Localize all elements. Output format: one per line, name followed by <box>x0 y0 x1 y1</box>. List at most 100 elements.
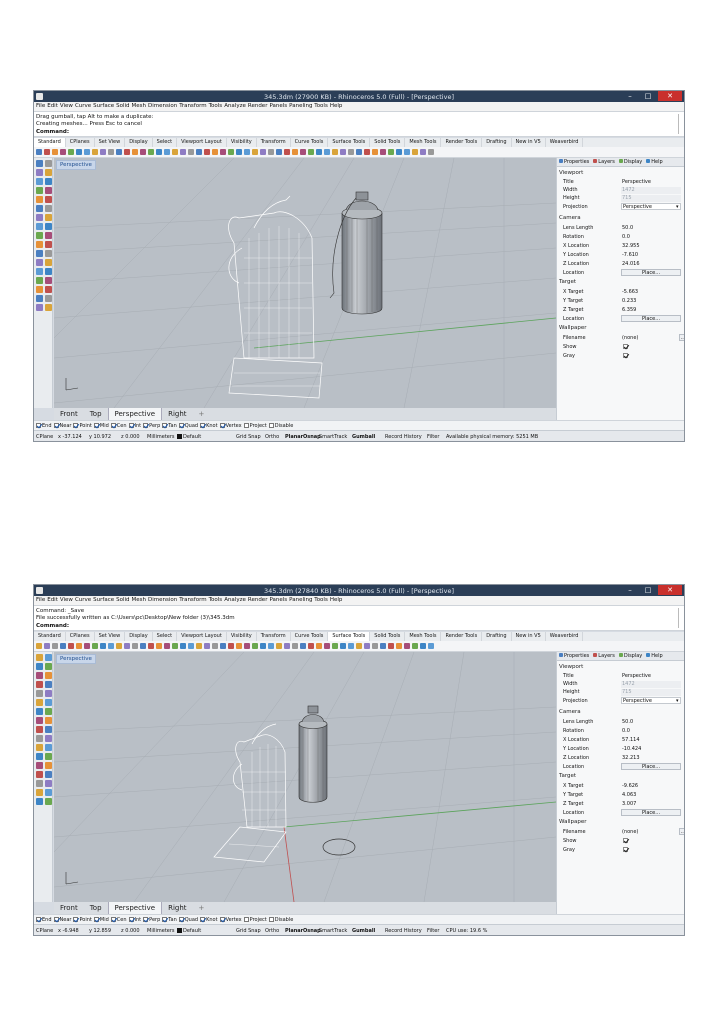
tab-new-in-v5[interactable]: New in V5 <box>512 632 546 641</box>
tab-transform[interactable]: Transform <box>257 632 291 641</box>
x-target-field[interactable]: X Target -5.663 <box>563 288 683 296</box>
osnap-checkbox[interactable] <box>200 423 206 428</box>
tool-icon[interactable] <box>220 643 226 649</box>
close-button[interactable]: ✕ <box>658 585 682 595</box>
tool-icon[interactable] <box>308 643 314 649</box>
view-tab-perspective[interactable]: Perspective <box>107 902 163 914</box>
lens-length-field[interactable]: Lens Length 50.0 <box>563 224 683 232</box>
tool-icon[interactable] <box>36 672 43 679</box>
show-wallpaper-checkbox[interactable] <box>623 838 628 843</box>
menu-item-mesh[interactable]: Mesh <box>132 597 146 603</box>
osnap-project[interactable]: Project <box>243 917 267 923</box>
tool-icon[interactable] <box>204 149 210 155</box>
menu-item-analyze[interactable]: Analyze <box>224 103 246 109</box>
tool-icon[interactable] <box>244 643 250 649</box>
tool-icon[interactable] <box>260 643 266 649</box>
view-tab-top[interactable]: Top <box>84 408 108 420</box>
tool-icon[interactable] <box>36 214 43 221</box>
tool-icon[interactable] <box>36 735 43 742</box>
tab-visibility[interactable]: Visibility <box>227 138 257 147</box>
tool-icon[interactable] <box>45 780 52 787</box>
tool-icon[interactable] <box>356 149 362 155</box>
tool-icon[interactable] <box>36 699 43 706</box>
tab-solid-tools[interactable]: Solid Tools <box>370 138 406 147</box>
view-tab-top[interactable]: Top <box>84 902 108 914</box>
tab-standard[interactable]: Standard <box>34 632 66 641</box>
tool-icon[interactable] <box>45 160 52 167</box>
tool-icon[interactable] <box>236 149 242 155</box>
maximize-button[interactable]: □ <box>640 585 656 595</box>
tool-icon[interactable] <box>180 149 186 155</box>
tool-icon[interactable] <box>36 304 43 311</box>
panel-tab-help[interactable]: Help <box>644 652 664 660</box>
tool-icon[interactable] <box>52 643 58 649</box>
tool-icon[interactable] <box>45 241 52 248</box>
tool-icon[interactable] <box>228 643 234 649</box>
filename-field[interactable]: Filename (none)... <box>563 828 684 836</box>
menu-item-edit[interactable]: Edit <box>47 597 58 603</box>
osnap-checkbox[interactable] <box>178 423 184 428</box>
tool-icon[interactable] <box>340 149 346 155</box>
tool-icon[interactable] <box>124 643 130 649</box>
units-label[interactable]: Millimeters <box>147 434 175 440</box>
tool-icon[interactable] <box>44 643 50 649</box>
gray-wallpaper-checkbox[interactable] <box>623 847 628 852</box>
tool-icon[interactable] <box>36 295 43 302</box>
tool-icon[interactable] <box>108 149 114 155</box>
tab-solid-tools[interactable]: Solid Tools <box>370 632 406 641</box>
tool-icon[interactable] <box>45 187 52 194</box>
tab-surface-tools[interactable]: Surface Tools <box>328 138 371 147</box>
tool-icon[interactable] <box>348 149 354 155</box>
tool-icon[interactable] <box>45 196 52 203</box>
tool-icon[interactable] <box>45 268 52 275</box>
menu-item-solid[interactable]: Solid <box>116 597 129 603</box>
osnap-disable[interactable]: Disable <box>268 423 293 429</box>
current-layer[interactable]: Default <box>177 928 201 934</box>
osnap-project[interactable]: Project <box>243 423 267 429</box>
tool-icon[interactable] <box>36 268 43 275</box>
tool-icon[interactable] <box>388 149 394 155</box>
tool-icon[interactable] <box>36 726 43 733</box>
tool-icon[interactable] <box>76 149 82 155</box>
tab-render-tools[interactable]: Render Tools <box>441 138 483 147</box>
tool-icon[interactable] <box>45 304 52 311</box>
y-target-field[interactable]: Y Target 4.063 <box>563 791 683 799</box>
tool-icon[interactable] <box>36 160 43 167</box>
tool-icon[interactable] <box>36 690 43 697</box>
tool-icon[interactable] <box>92 149 98 155</box>
tool-icon[interactable] <box>45 214 52 221</box>
tool-icon[interactable] <box>268 149 274 155</box>
command-scrollbar[interactable] <box>678 608 682 628</box>
menu-item-paneling-tools[interactable]: Paneling Tools <box>289 103 328 109</box>
osnap-disable[interactable]: Disable <box>268 917 293 923</box>
tab-new-in-v5[interactable]: New in V5 <box>512 138 546 147</box>
tab-cplanes[interactable]: CPlanes <box>66 632 95 641</box>
tool-icon[interactable] <box>276 149 282 155</box>
gray-wallpaper[interactable]: Gray <box>563 846 683 854</box>
tool-icon[interactable] <box>45 277 52 284</box>
tool-icon[interactable] <box>420 643 426 649</box>
tool-icon[interactable] <box>45 672 52 679</box>
tool-icon[interactable] <box>45 708 52 715</box>
tool-icon[interactable] <box>244 149 250 155</box>
z-location-field[interactable]: Z Location 32.213 <box>563 754 683 762</box>
show-wallpaper[interactable]: Show <box>563 837 683 845</box>
tool-icon[interactable] <box>45 744 52 751</box>
osnap-checkbox[interactable] <box>219 917 225 922</box>
current-layer[interactable]: Default <box>177 434 201 440</box>
menu-item-edit[interactable]: Edit <box>47 103 58 109</box>
tool-icon[interactable] <box>45 178 52 185</box>
tab-display[interactable]: Display <box>125 632 153 641</box>
osnap-perp[interactable]: Perp <box>143 917 160 923</box>
tool-icon[interactable] <box>36 149 42 155</box>
status-smarttrack[interactable]: SmartTrack <box>319 434 347 440</box>
tool-icon[interactable] <box>140 149 146 155</box>
maximize-button[interactable]: □ <box>640 91 656 101</box>
tool-icon[interactable] <box>156 643 162 649</box>
osnap-tan[interactable]: Tan <box>162 423 177 429</box>
tab-visibility[interactable]: Visibility <box>227 632 257 641</box>
tool-icon[interactable] <box>428 149 434 155</box>
tool-icon[interactable] <box>212 149 218 155</box>
tool-icon[interactable] <box>196 643 202 649</box>
tool-icon[interactable] <box>45 681 52 688</box>
